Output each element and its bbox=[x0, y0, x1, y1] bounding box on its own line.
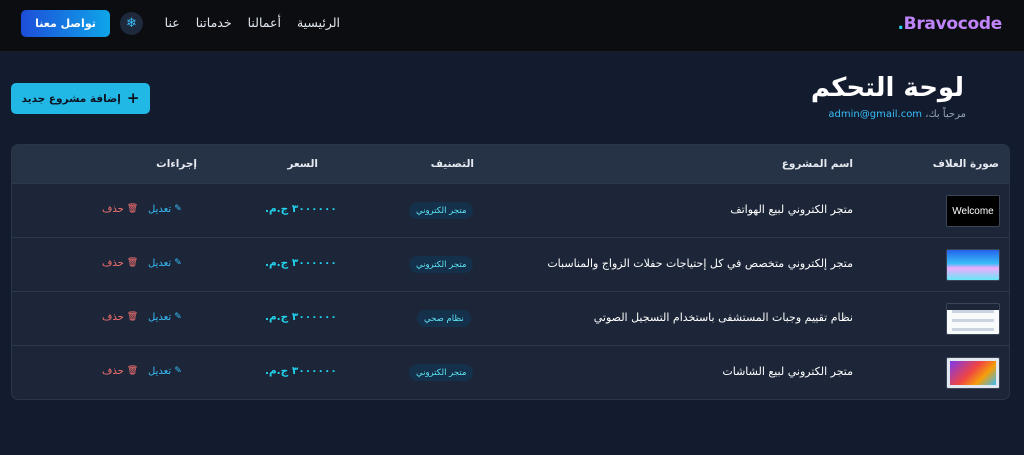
edit-icon: ✎ bbox=[174, 366, 182, 376]
category-badge: نظام صحي bbox=[417, 310, 471, 327]
edit-label: تعديل bbox=[148, 312, 172, 323]
welcome-prefix: مرحباً بك، bbox=[925, 109, 966, 120]
table-row: نظام تقييم وجبات المستشفى باستخدام التسج… bbox=[12, 291, 1009, 345]
project-name: متجر إلكتروني متخصص في كل إحتياجات حفلات… bbox=[547, 257, 853, 270]
category-badge: متجر الكتروني bbox=[409, 202, 474, 219]
add-project-button[interactable]: + إضافة مشروع جديد bbox=[11, 83, 150, 114]
projects-table: صورة الغلاف اسم المشروع التصنيف السعر إج… bbox=[11, 144, 1010, 400]
delete-label: حذف bbox=[102, 312, 124, 323]
edit-button[interactable]: ✎ تعديل bbox=[148, 258, 182, 269]
brand-logo[interactable]: .Bravocode bbox=[897, 14, 1002, 34]
project-name: متجر الكتروني لبيع الهواتف bbox=[730, 203, 853, 216]
header-price: السعر bbox=[287, 158, 318, 170]
edit-icon: ✎ bbox=[174, 312, 182, 322]
trash-icon: 🗑 bbox=[126, 258, 139, 268]
trash-icon: 🗑 bbox=[126, 204, 139, 214]
brand-name: Bravocode bbox=[903, 14, 1003, 34]
thumb-laptop bbox=[947, 358, 999, 388]
table-row: Welcome متجر الكتروني لبيع الهواتف متجر … bbox=[12, 183, 1009, 237]
thumb-welcome: Welcome bbox=[947, 196, 999, 226]
nav-link-services[interactable]: خدماتنا bbox=[196, 15, 232, 30]
delete-button[interactable]: 🗑 حذف bbox=[102, 366, 138, 377]
nav-link-home[interactable]: الرئيسية bbox=[297, 15, 340, 30]
delete-button[interactable]: 🗑 حذف bbox=[102, 204, 138, 215]
snowflake-icon: ❄ bbox=[126, 16, 137, 31]
project-name: متجر الكتروني لبيع الشاشات bbox=[722, 365, 853, 378]
edit-label: تعديل bbox=[148, 204, 172, 215]
thumb-beach bbox=[947, 250, 999, 280]
table-header: صورة الغلاف اسم المشروع التصنيف السعر إج… bbox=[12, 145, 1009, 183]
add-project-label: إضافة مشروع جديد bbox=[21, 92, 121, 105]
header-name: اسم المشروع bbox=[781, 158, 853, 170]
thumb-dashboard bbox=[947, 310, 999, 334]
edit-icon: ✎ bbox=[174, 204, 182, 214]
edit-button[interactable]: ✎ تعديل bbox=[148, 366, 182, 377]
nav-link-works[interactable]: أعمالنا bbox=[248, 15, 281, 30]
delete-label: حذف bbox=[102, 366, 124, 377]
project-price: ٣٠٠٠٠٠٠ ج.م. bbox=[265, 311, 337, 323]
edit-label: تعديل bbox=[148, 366, 172, 377]
project-price: ٣٠٠٠٠٠٠ ج.م. bbox=[265, 365, 337, 377]
navbar: .Bravocode الرئيسية أعمالنا خدماتنا عنا … bbox=[0, 0, 1024, 52]
edit-label: تعديل bbox=[148, 258, 172, 269]
page-title: لوحة التحكم bbox=[810, 73, 964, 103]
theme-toggle-button[interactable]: ❄ bbox=[120, 12, 143, 35]
edit-icon: ✎ bbox=[174, 258, 182, 268]
delete-label: حذف bbox=[102, 258, 124, 269]
delete-button[interactable]: 🗑 حذف bbox=[102, 312, 138, 323]
contact-button[interactable]: تواصل معنا bbox=[21, 10, 110, 37]
table-row: متجر الكتروني لبيع الشاشات متجر الكتروني… bbox=[12, 345, 1009, 399]
edit-button[interactable]: ✎ تعديل bbox=[148, 312, 182, 323]
category-badge: متجر الكتروني bbox=[409, 256, 474, 273]
project-cover-image: Welcome bbox=[946, 195, 1000, 227]
header-actions: إجراءات bbox=[156, 158, 197, 170]
delete-button[interactable]: 🗑 حذف bbox=[102, 258, 138, 269]
project-price: ٣٠٠٠٠٠٠ ج.م. bbox=[265, 203, 337, 215]
project-cover-image bbox=[946, 357, 1000, 389]
plus-icon: + bbox=[126, 89, 140, 107]
trash-icon: 🗑 bbox=[126, 312, 139, 322]
user-email: admin@gmail.com bbox=[828, 109, 923, 120]
nav-links: الرئيسية أعمالنا خدماتنا عنا bbox=[165, 15, 340, 30]
header-category: التصنيف bbox=[430, 158, 474, 170]
welcome-text: مرحباً بك، admin@gmail.com bbox=[828, 109, 966, 120]
category-badge: متجر الكتروني bbox=[409, 364, 474, 381]
trash-icon: 🗑 bbox=[126, 366, 139, 376]
project-cover-image bbox=[946, 249, 1000, 281]
project-cover-image bbox=[946, 303, 1000, 335]
edit-button[interactable]: ✎ تعديل bbox=[148, 204, 182, 215]
project-price: ٣٠٠٠٠٠٠ ج.م. bbox=[265, 257, 337, 269]
delete-label: حذف bbox=[102, 204, 124, 215]
table-row: متجر إلكتروني متخصص في كل إحتياجات حفلات… bbox=[12, 237, 1009, 291]
header-cover: صورة الغلاف bbox=[932, 158, 999, 170]
project-name: نظام تقييم وجبات المستشفى باستخدام التسج… bbox=[593, 311, 853, 324]
nav-link-about[interactable]: عنا bbox=[165, 15, 180, 30]
